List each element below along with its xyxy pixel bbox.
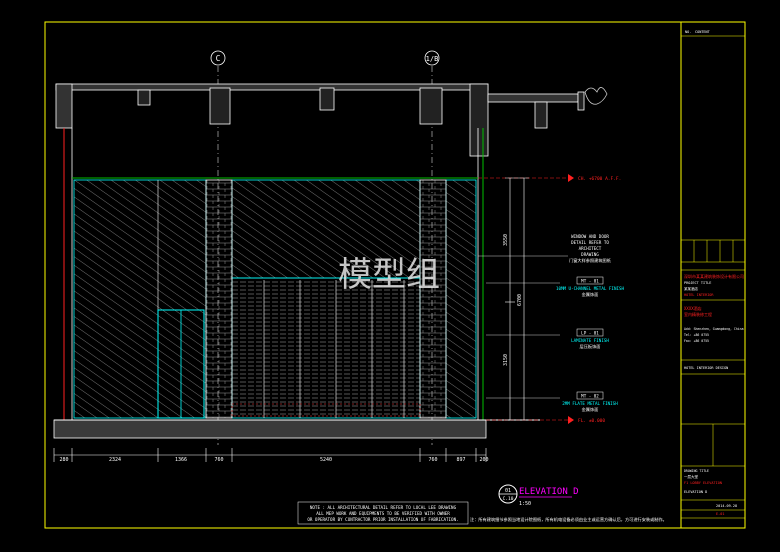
- elevation-circle-bottom: C.10: [503, 496, 514, 502]
- annotation-window-line-3: ARCHITECT: [579, 246, 602, 251]
- annotation-window-line-5: 门窗大样参照建筑图纸: [569, 257, 612, 264]
- tb-address-3: Fax: +86 0755: [684, 339, 709, 343]
- floor-level-marker: [486, 416, 574, 424]
- ceiling-level-text: CH. +6700 A.F.F.: [578, 176, 621, 182]
- dim-h-760-right: 760: [428, 457, 437, 463]
- floor-level-text: FL. ±0.000: [578, 418, 605, 424]
- dim-v-3150: 3150: [503, 354, 509, 366]
- ceiling-structure: [55, 83, 585, 157]
- annotation-mt02-line-2: 金属饰面: [582, 406, 599, 413]
- elevation-title: ELEVATION D: [519, 487, 579, 497]
- stone-column-left: [205, 179, 233, 419]
- annotation-window-line-4: DRAWING: [581, 252, 599, 257]
- dim-h-280: 280: [59, 457, 68, 463]
- tb-sheet-no: E-01: [716, 512, 724, 516]
- note-line-2: ALL MEP WORK AND EQUIPMENTS TO BE VERIFI…: [316, 511, 450, 516]
- elevation-circle-top: 01: [505, 488, 511, 494]
- dim-h-760-left: 760: [214, 457, 223, 463]
- note-line-1: NOTE : ALL ARCHITECTURAL DETAIL REFER TO…: [310, 505, 457, 510]
- tag-mt02: MT - 02: [581, 394, 599, 399]
- plant-decoration: [584, 87, 608, 105]
- dim-h-1366: 1366: [175, 457, 187, 463]
- wall-panel-right: [445, 179, 477, 419]
- tb-company-cn: 深圳市某某建筑装饰设计有限公司: [684, 273, 744, 279]
- footer-note: 注：所有建筑细节参照当地设计院图纸，所有机电设备必须由业主或运营方确认后，方可进…: [470, 516, 667, 523]
- floor-slab: [53, 419, 487, 439]
- note-line-3: OR OPERATOR BY CONTRACTOR PRIOR INSTALLA…: [307, 517, 458, 522]
- tb-content: CONTENT: [695, 30, 711, 34]
- tb-drawing-label: DRAWING TITLE: [684, 469, 709, 473]
- tb-address-1: Add: Shenzhen, Guangdong, China: [684, 327, 744, 331]
- dim-v-3550: 3550: [503, 234, 509, 246]
- stone-column-right: [419, 179, 447, 419]
- tb-drawing-cn: 一层大堂: [684, 474, 698, 479]
- tb-project-en: HOTEL INTERIOR: [684, 293, 714, 297]
- tb-address-2: Tel: +86 0755: [684, 333, 709, 337]
- elevation-scale: 1:50: [519, 501, 531, 507]
- tag-mt01: MT - 01: [581, 279, 599, 284]
- tb-project-cn: 某某酒店: [684, 286, 698, 291]
- annotation-lp01-line-2: 层压板饰面: [580, 343, 601, 350]
- grid-label-c: C: [216, 54, 221, 63]
- wall-panel-left: [73, 179, 207, 419]
- dim-h-2324: 2324: [109, 457, 121, 463]
- tb-drawing-en: ELEVATION D: [684, 490, 707, 494]
- annotation-mt01-line-2: 金属饰面: [582, 291, 599, 298]
- tb-date: 2014.09.28: [716, 504, 737, 508]
- dim-h-200: 200: [479, 457, 488, 463]
- dim-h-897: 897: [456, 457, 465, 463]
- annotation-leaders: [478, 255, 568, 399]
- tb-drawing-red: F1 LOBBY ELEVATION: [684, 481, 722, 485]
- elevation-drawing-canvas: C 1/B CH. +6700 A.F.F. FL. ±0.000 3550 6…: [44, 21, 746, 529]
- annotation-window-line-2: DETAIL REFER TO: [571, 240, 609, 245]
- annotation-window-line-1: WINDOW AND DOOR: [571, 234, 609, 239]
- tb-design-label: HOTEL INTERIOR DESIGN: [684, 366, 728, 370]
- tb-company-en: PROJECT TITLE: [684, 281, 711, 285]
- annotation-lp01-line-1: LAMINATE FINISH: [571, 338, 609, 343]
- watermark: 模型组: [338, 255, 440, 295]
- wall-panel-center-lower: [231, 277, 421, 419]
- tb-project-red-1: XXXX酒店: [684, 305, 702, 311]
- grid-label-1b: 1/B: [426, 55, 439, 63]
- tb-project-red-2: 室内精装修工程: [684, 311, 712, 317]
- dim-h-5240: 5240: [320, 457, 332, 463]
- tb-no: NO.: [685, 30, 691, 34]
- tag-lp01: LP - 01: [581, 331, 599, 336]
- dim-v-6700: 6700: [517, 294, 523, 306]
- annotation-mt01-line-1: 10MM U-CHANNEL METAL FINISH: [556, 286, 625, 291]
- annotation-mt02-line-1: 2MM FLATE METAL FINISH: [562, 401, 618, 406]
